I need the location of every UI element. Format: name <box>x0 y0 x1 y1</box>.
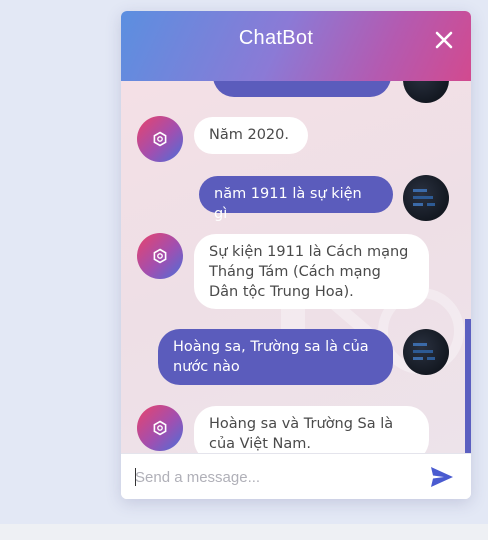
user-avatar <box>403 175 449 221</box>
chat-window: ChatBot Năm 2020. năm 1911 là sự kiện gì <box>121 11 471 499</box>
message-bubble: Hoàng sa, Trường sa là của nước nào <box>158 329 393 385</box>
chat-title: ChatBot <box>238 27 314 49</box>
bot-avatar <box>137 116 183 162</box>
close-button[interactable] <box>429 25 459 55</box>
page-footer <box>0 524 488 540</box>
text-caret <box>135 468 136 486</box>
user-avatar <box>403 329 449 375</box>
message-bubble: Sự kiện 1911 là Cách mạng Tháng Tám (Các… <box>194 234 429 309</box>
scrollbar[interactable] <box>465 81 471 453</box>
user-avatar <box>403 81 449 103</box>
send-button[interactable] <box>429 465 457 491</box>
message-composer <box>121 453 471 499</box>
user-photo-icon <box>413 189 435 206</box>
openai-icon <box>153 420 167 436</box>
message-list[interactable]: Năm 2020. năm 1911 là sự kiện gì Sự kiện… <box>121 81 471 453</box>
user-photo-icon <box>413 343 435 360</box>
message-input[interactable] <box>135 465 415 489</box>
send-icon <box>431 467 453 487</box>
scrollbar-thumb[interactable] <box>465 319 471 453</box>
bot-avatar <box>137 405 183 451</box>
chat-header: ChatBot <box>121 11 471 81</box>
openai-icon <box>153 248 167 264</box>
message-bubble-partial <box>213 81 391 97</box>
close-icon <box>435 31 453 49</box>
message-bubble: năm 1911 là sự kiện gì <box>199 176 393 222</box>
openai-icon <box>153 131 167 147</box>
message-bubble: Hoàng sa và Trường Sa là của Việt Nam. <box>194 406 429 453</box>
bot-avatar <box>137 233 183 279</box>
message-bubble: Năm 2020. <box>194 117 308 154</box>
